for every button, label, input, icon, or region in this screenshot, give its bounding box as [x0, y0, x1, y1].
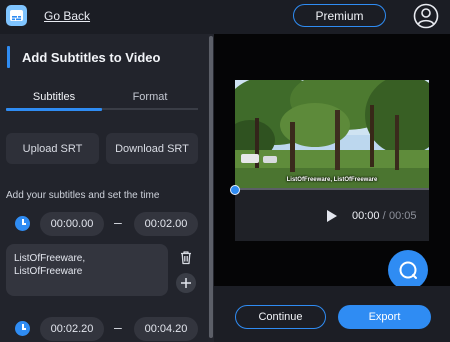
premium-button[interactable]: Premium: [293, 4, 386, 27]
panel-title: Add Subtitles to Video: [22, 50, 161, 65]
help-chat-button[interactable]: [388, 250, 428, 290]
current-time: 00:00 /: [352, 210, 386, 222]
plus-icon: [181, 278, 191, 288]
user-profile-icon[interactable]: [413, 3, 439, 29]
tab-format[interactable]: Format: [102, 91, 198, 103]
add-subtitle-button[interactable]: [176, 273, 196, 293]
video-subtitle-overlay: ListOfFreeware, ListOfFreeware: [286, 177, 378, 183]
seek-bar[interactable]: [235, 188, 429, 190]
trash-icon: [181, 250, 191, 264]
title-accent-bar: [7, 46, 10, 68]
play-icon: [327, 210, 337, 222]
download-srt-button[interactable]: Download SRT: [106, 133, 198, 164]
app-logo-icon: [6, 5, 27, 26]
subtitle-hint-text: Add your subtitles and set the time: [6, 190, 160, 201]
upload-srt-button[interactable]: Upload SRT: [6, 133, 99, 164]
total-duration: 00:05: [389, 210, 417, 222]
video-frame-image[interactable]: ListOfFreeware, ListOfFreeware: [235, 80, 429, 188]
tab-subtitles[interactable]: Subtitles: [6, 91, 102, 103]
panel-scrollbar-thumb[interactable]: [209, 36, 213, 338]
start-time-input[interactable]: 00:02.20: [40, 317, 104, 341]
start-time-input[interactable]: 00:00.00: [40, 212, 104, 236]
active-tab-indicator: [6, 108, 102, 111]
clock-icon: [15, 216, 30, 231]
export-button[interactable]: Export: [338, 305, 431, 329]
continue-button[interactable]: Continue: [235, 305, 326, 329]
end-time-input[interactable]: 00:04.20: [134, 317, 198, 341]
time-range-dash: –: [114, 214, 122, 230]
delete-subtitle-button[interactable]: [176, 247, 196, 267]
chat-bubble-icon: [399, 261, 417, 279]
subtitle-text-input[interactable]: ListOfFreeware, ListOfFreeware: [6, 244, 168, 296]
end-time-input[interactable]: 00:02.00: [134, 212, 198, 236]
seek-handle[interactable]: [230, 185, 240, 195]
go-back-link[interactable]: Go Back: [44, 9, 90, 23]
clock-icon: [15, 321, 30, 336]
time-range-dash: –: [114, 319, 122, 335]
play-button[interactable]: [326, 209, 338, 223]
